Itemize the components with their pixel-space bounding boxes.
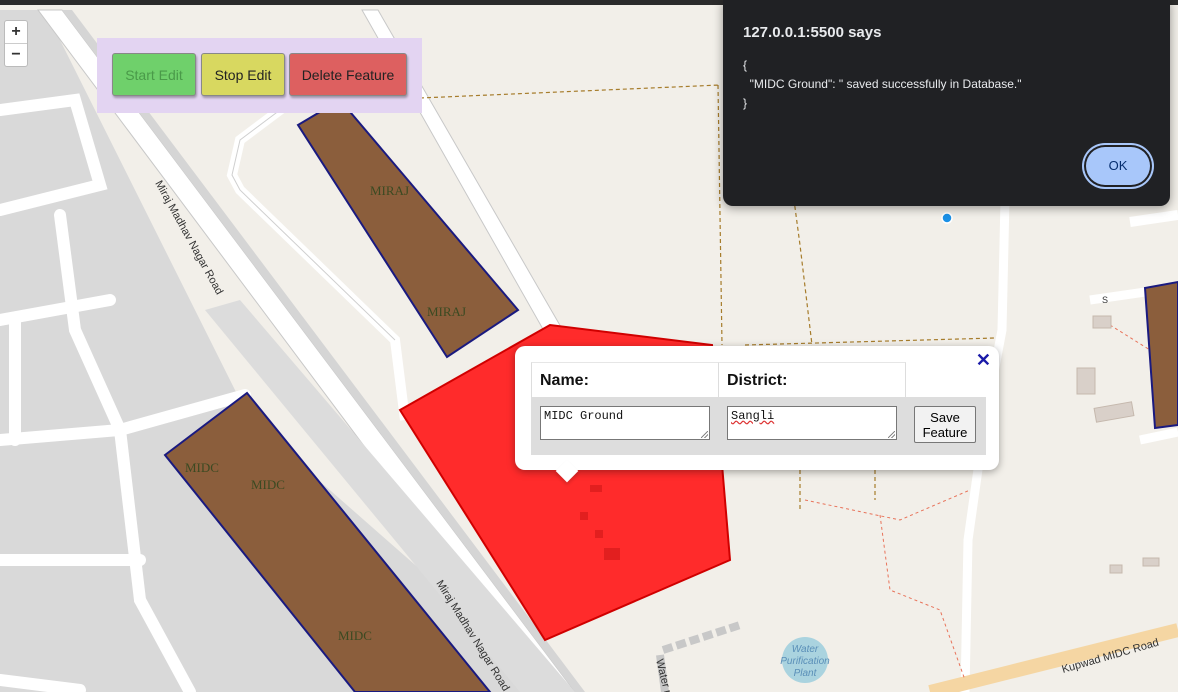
- start-edit-button[interactable]: Start Edit: [112, 53, 196, 96]
- dialog-title: 127.0.0.1:5500 says: [743, 24, 882, 41]
- name-field[interactable]: MIDC Ground: [540, 406, 710, 440]
- attribute-table: Name: District: MIDC Ground Sangli Save …: [531, 362, 986, 455]
- road-label: S: [1102, 295, 1108, 305]
- alert-dialog: 127.0.0.1:5500 says { "MIDC Ground": " s…: [723, 0, 1170, 206]
- edit-toolbar: Start Edit Stop Edit Delete Feature: [97, 38, 422, 113]
- svg-text:Plant: Plant: [794, 668, 818, 679]
- name-field-value: MIDC Ground: [544, 409, 624, 423]
- zoom-out-button[interactable]: −: [5, 43, 27, 66]
- ok-button[interactable]: OK: [1086, 147, 1150, 185]
- location-marker-icon[interactable]: [941, 212, 953, 224]
- delete-feature-button[interactable]: Delete Feature: [289, 53, 407, 96]
- dialog-message: { "MIDC Ground": " saved successfully in…: [743, 58, 1022, 110]
- district-field-value: Sangli: [731, 409, 775, 423]
- feature-label: MIRAJ: [370, 183, 409, 198]
- feature-label: MIDC: [251, 477, 285, 492]
- feature-label: MIDC: [185, 460, 219, 475]
- district-field[interactable]: Sangli: [727, 406, 897, 440]
- feature-popup: ✕ Name: District: MIDC Ground Sangli Sav…: [515, 346, 999, 483]
- zoom-control: + −: [4, 20, 28, 67]
- stop-edit-button[interactable]: Stop Edit: [201, 53, 285, 96]
- save-button-line2: Feature: [922, 425, 968, 440]
- save-feature-button[interactable]: Save Feature: [914, 406, 976, 443]
- svg-text:Purification: Purification: [780, 656, 830, 667]
- save-button-line1: Save: [930, 410, 960, 425]
- resize-handle-icon[interactable]: [888, 431, 895, 438]
- feature-label: MIDC: [338, 628, 372, 643]
- zoom-in-button[interactable]: +: [5, 21, 27, 43]
- feature-label: MIRAJ: [427, 304, 466, 319]
- svg-text:Water: Water: [792, 644, 819, 655]
- attribute-row: MIDC Ground Sangli Save Feature: [531, 397, 986, 455]
- name-header: Name:: [531, 362, 719, 397]
- district-header: District:: [719, 362, 906, 397]
- resize-handle-icon[interactable]: [701, 431, 708, 438]
